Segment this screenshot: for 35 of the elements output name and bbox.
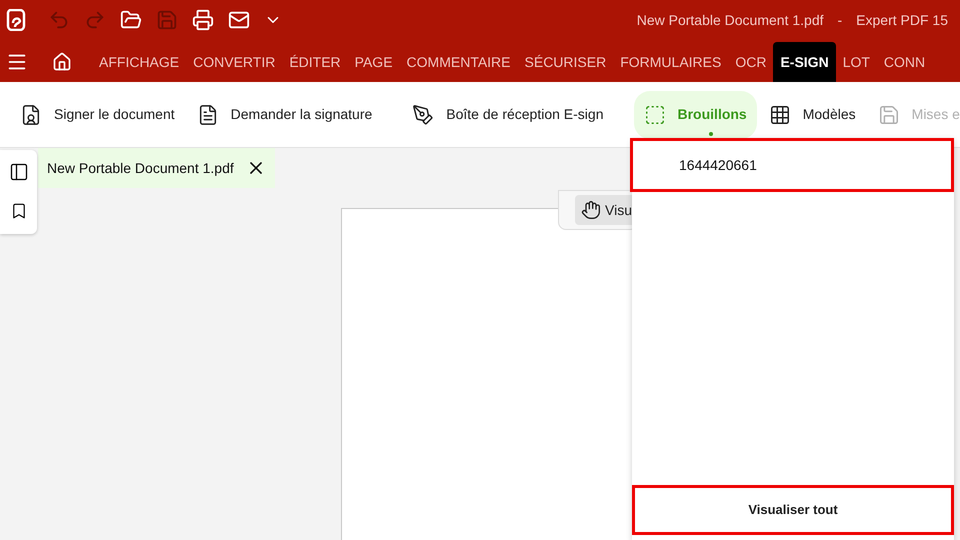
pen-nib-icon — [412, 104, 434, 126]
ribbon-button[interactable]: Signer le document — [10, 90, 185, 138]
ribbon-button[interactable]: Brouillons — [634, 90, 757, 138]
grid-icon — [768, 104, 791, 126]
menu-tab[interactable]: PAGE — [348, 42, 400, 82]
folder-icon[interactable] — [120, 9, 142, 31]
menu-tab[interactable]: ÉDITER — [282, 42, 348, 82]
document-tab[interactable]: New Portable Document 1.pdf — [38, 148, 275, 188]
draft-item[interactable]: 1644420661 — [630, 138, 954, 192]
menu-tab[interactable]: FORMULAIRES — [613, 42, 728, 82]
dashed-square-icon — [644, 104, 666, 126]
menu-tab[interactable]: E-SIGN — [773, 42, 836, 82]
menu-tab[interactable]: COMMENTAIRE — [400, 42, 518, 82]
menu-tab[interactable]: CONN — [876, 42, 932, 82]
home-icon[interactable] — [52, 52, 72, 72]
ribbon-button[interactable]: Modèles — [758, 90, 866, 138]
title-separator: - — [838, 10, 842, 30]
document-title: New Portable Document 1.pdf — [636, 10, 824, 30]
save-icon — [878, 104, 900, 126]
menu-tab[interactable]: OCR — [728, 42, 774, 82]
document-person-icon — [20, 104, 42, 126]
hand-icon — [581, 200, 601, 220]
app-logo-icon[interactable] — [6, 9, 26, 31]
menu-tab[interactable]: LOT — [836, 42, 877, 82]
view-all-button[interactable]: Visualiser tout — [632, 485, 954, 535]
menu-tab[interactable]: AFFICHAGE — [92, 42, 186, 82]
ribbon-button[interactable]: Demander la signature — [186, 90, 382, 138]
menu-tab[interactable]: SÉCURISER — [518, 42, 614, 82]
mail-icon[interactable] — [228, 9, 250, 31]
ribbon-button[interactable]: Boîte de réception E-sign — [402, 90, 614, 138]
print-icon[interactable] — [192, 9, 214, 31]
document-tab-title: New Portable Document 1.pdf — [47, 158, 234, 178]
panel-icon[interactable] — [8, 162, 28, 182]
menu-tab[interactable]: CONVERTIR — [186, 42, 282, 82]
app-title: Expert PDF 15 — [856, 10, 948, 30]
